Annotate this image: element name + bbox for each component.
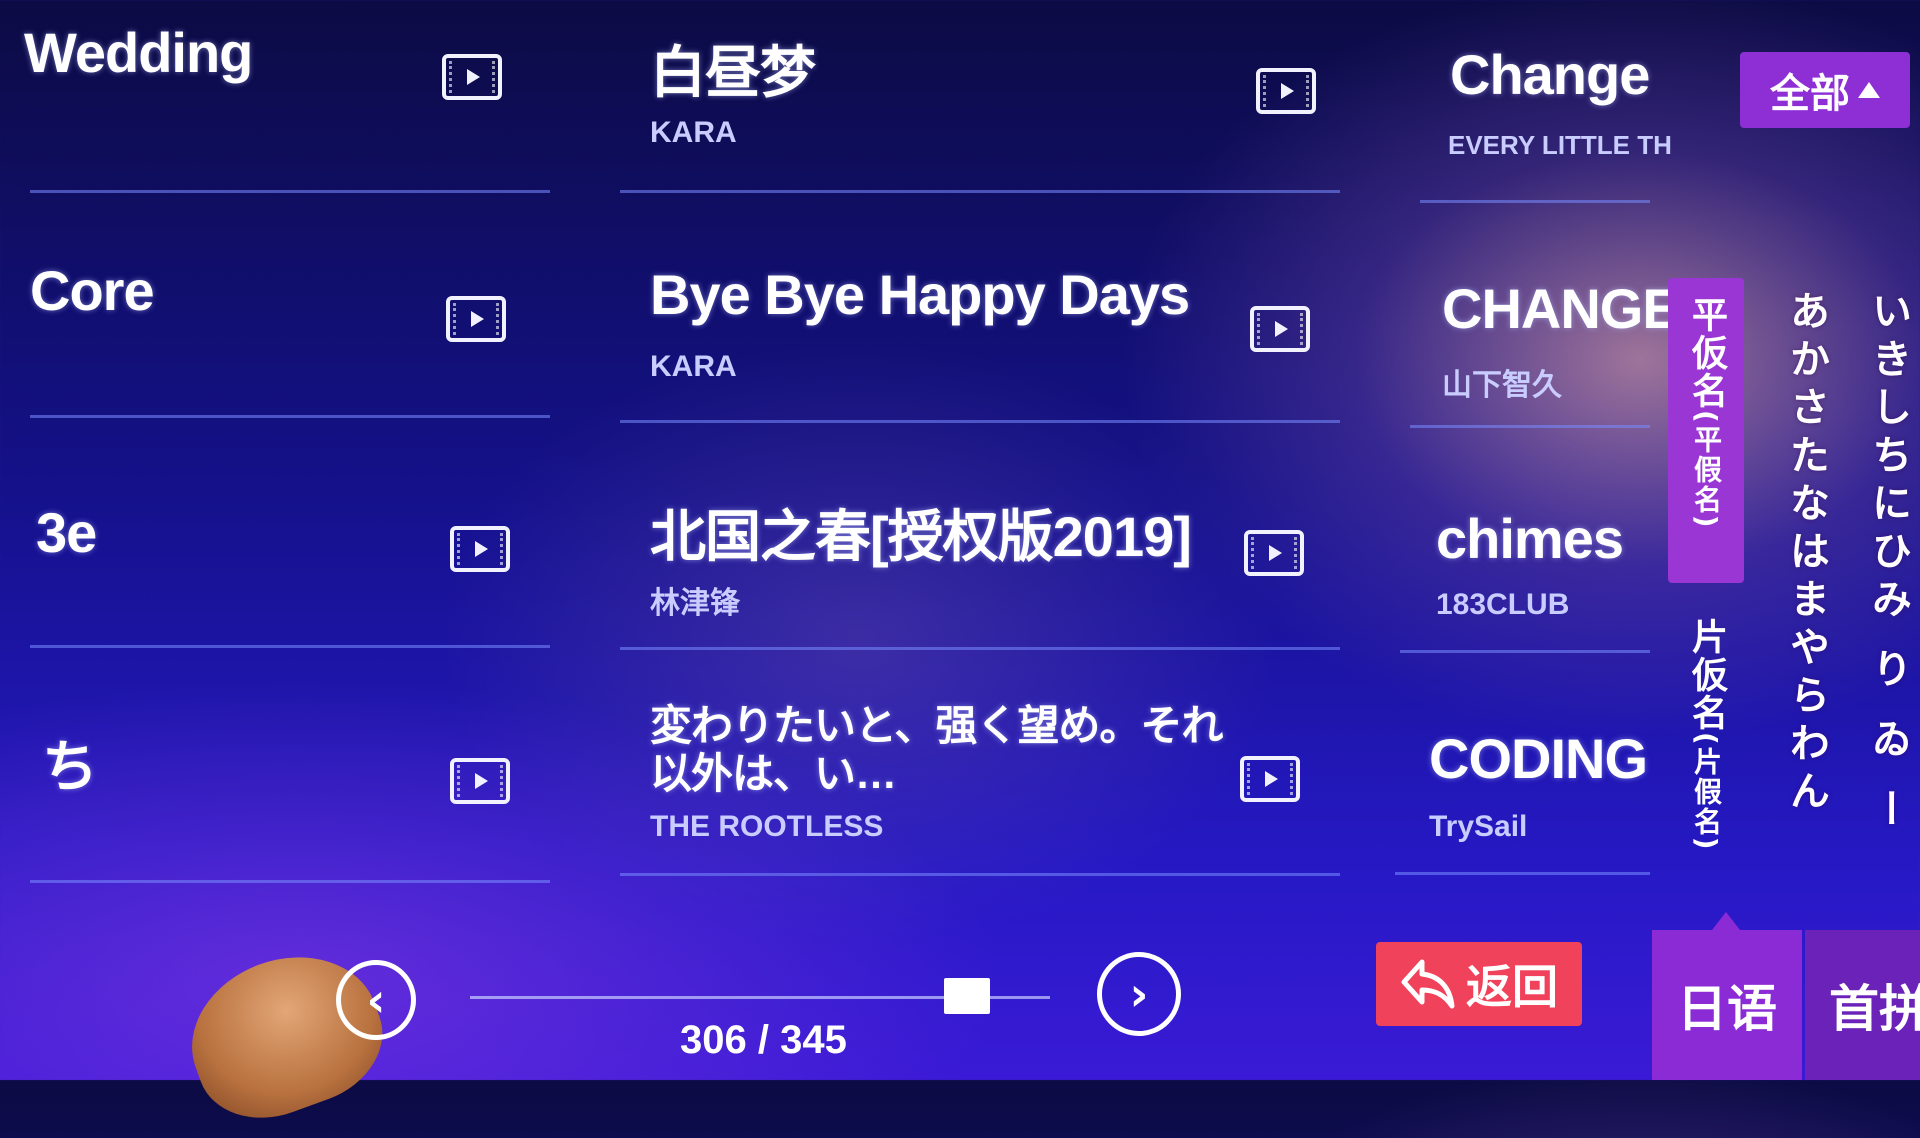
song-artist: KARA	[650, 350, 737, 383]
back-arrow-icon	[1401, 959, 1455, 1009]
song-title: CODING	[1429, 727, 1648, 790]
hiragana-tab-label: 平仮名(平假名)	[1686, 296, 1727, 530]
song-title: Change	[1450, 43, 1650, 106]
song-title: 白昼梦	[650, 41, 816, 104]
play-video-icon[interactable]	[450, 758, 510, 804]
song-item[interactable]: ち	[30, 690, 550, 883]
song-item[interactable]: 白昼梦 KARA	[620, 20, 1340, 193]
song-artist: TrySail	[1429, 810, 1528, 843]
song-item[interactable]: Bye Bye Happy Days KARA	[620, 230, 1340, 423]
song-artist: KARA	[650, 116, 737, 149]
kana-column-i[interactable]: いきしちにひみ り ゐ ー	[1862, 290, 1914, 836]
song-item[interactable]: 3e	[30, 460, 550, 648]
song-artist: THE ROOTLESS	[650, 810, 884, 843]
play-video-icon[interactable]	[450, 526, 510, 572]
play-video-icon[interactable]	[442, 54, 502, 100]
song-item[interactable]: Core	[30, 230, 550, 418]
hiragana-tab[interactable]: 平仮名(平假名)	[1668, 278, 1744, 583]
tab-first-pinyin-label: 首拼	[1829, 980, 1920, 1038]
play-video-icon[interactable]	[446, 296, 506, 342]
tab-japanese[interactable]: 日语	[1652, 912, 1802, 1080]
song-item[interactable]: 北国之春[授权版2019] 林津锋	[620, 462, 1340, 650]
back-button[interactable]: 返回	[1376, 942, 1582, 1026]
song-artist: 183CLUB	[1436, 588, 1570, 621]
song-title: CHANGE	[1442, 277, 1680, 340]
chevron-right-icon: ›	[1129, 967, 1149, 1021]
song-item[interactable]: 変わりたいと、强く望め。それ以外は、い… THE ROOTLESS	[620, 688, 1340, 876]
all-filter-label: 全部	[1770, 71, 1850, 117]
page-counter: 306 / 345	[680, 1018, 847, 1062]
next-page-button[interactable]: ›	[1097, 952, 1181, 1036]
song-artist: 林津锋	[650, 587, 740, 620]
song-title: 変わりたいと、强く望め。それ以外は、い…	[650, 702, 1223, 797]
song-item[interactable]: Change EVERY LITTLE TH	[1420, 30, 1672, 203]
prev-page-button[interactable]: ‹	[336, 960, 416, 1040]
play-video-icon[interactable]	[1256, 68, 1316, 114]
song-item[interactable]: CODING TrySail	[1395, 692, 1650, 875]
song-item[interactable]: Wedding	[24, 20, 550, 193]
all-filter-button[interactable]: 全部	[1740, 52, 1910, 128]
song-artist: 山下智久	[1442, 369, 1562, 402]
katakana-tab[interactable]: 片仮名(片假名)	[1668, 600, 1744, 870]
tab-japanese-label: 日语	[1677, 980, 1777, 1038]
page-slider-thumb[interactable]	[944, 978, 990, 1014]
tab-first-pinyin[interactable]: 首拼	[1805, 930, 1920, 1080]
song-title: Bye Bye Happy Days	[650, 263, 1190, 326]
song-title: chimes	[1436, 507, 1624, 570]
back-button-label: 返回	[1466, 960, 1558, 1014]
kana-column-a[interactable]: あかさたなはまやらわん	[1780, 290, 1832, 818]
song-artist: EVERY LITTLE TH	[1448, 130, 1672, 160]
song-title: 北国之春[授权版2019]	[650, 505, 1192, 568]
song-item[interactable]: CHANGE 山下智久	[1410, 240, 1680, 428]
song-title: ち	[42, 735, 98, 798]
song-item[interactable]: chimes 183CLUB	[1400, 470, 1650, 653]
play-video-icon[interactable]	[1250, 306, 1310, 352]
song-title: 3e	[36, 501, 97, 564]
play-video-icon[interactable]	[1244, 530, 1304, 576]
song-title: Wedding	[24, 21, 253, 84]
triangle-up-icon	[1858, 82, 1880, 98]
song-title: Core	[30, 259, 155, 322]
katakana-tab-label: 片仮名(片假名)	[1686, 618, 1727, 852]
play-video-icon[interactable]	[1240, 756, 1300, 802]
